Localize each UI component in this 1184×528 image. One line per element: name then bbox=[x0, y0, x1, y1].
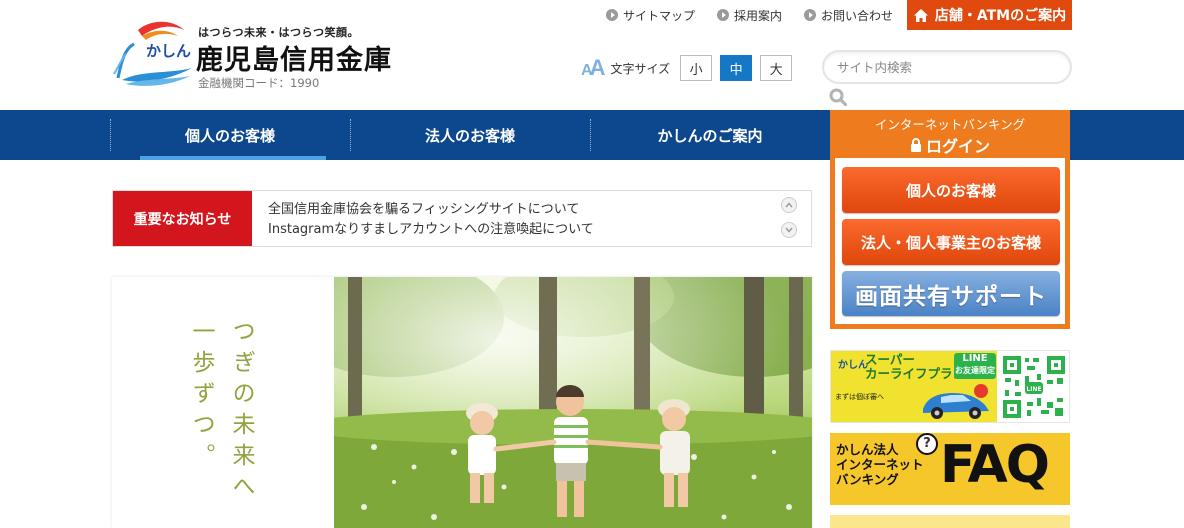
car-icon bbox=[923, 384, 989, 419]
hero-line-2: 一歩ずつ。 bbox=[188, 319, 214, 474]
internet-banking-login-panel: インターネットバンキング ログイン 個人のお客様 法人・個人事業主のお客様 画面… bbox=[830, 110, 1070, 329]
line-badge-2: お友達限定 bbox=[955, 366, 995, 375]
question-mark-icon: ? bbox=[916, 433, 938, 455]
corporate-ib-faq-banner[interactable]: かしん法人 インターネット バンキング ? FAQ bbox=[830, 433, 1070, 505]
search-icon[interactable] bbox=[829, 88, 847, 106]
institution-code: 金融機関コード：1990 bbox=[198, 76, 320, 90]
login-corporate-button[interactable]: 法人・個人事業主のお客様 bbox=[842, 219, 1060, 265]
login-personal-button[interactable]: 個人のお客様 bbox=[842, 167, 1060, 213]
site-search-input[interactable] bbox=[822, 50, 1072, 84]
faq-banner-text: かしん法人 インターネット バンキング bbox=[836, 442, 924, 487]
hero-copy: つぎの未来へ 一歩ずつ。 bbox=[112, 277, 334, 528]
font-size-label: 文字サイズ bbox=[610, 61, 671, 76]
screen-share-support-button[interactable]: 画面共有サポート bbox=[842, 271, 1060, 316]
lock-icon bbox=[910, 138, 921, 152]
car-life-plan-banner[interactable]: かしん スーパー カーライフプラン LINE お友達限定 まずは個ぼ審へ LIN… bbox=[830, 350, 1070, 423]
nav-corporate[interactable]: 法人のお客様 bbox=[350, 110, 590, 160]
circle-arrow-icon bbox=[717, 9, 730, 21]
store-atm-button[interactable]: 店舗・ATMのご案内 bbox=[907, 0, 1072, 30]
util-link-label: お問い合わせ bbox=[821, 8, 894, 23]
news-item[interactable]: Instagramなりすましアカウントへの注意喚起について bbox=[268, 220, 594, 240]
banner-kashin-text: かしん bbox=[838, 360, 868, 371]
nav-label: 法人のお客様 bbox=[424, 126, 515, 145]
login-subtitle: インターネットバンキング bbox=[874, 117, 1026, 132]
font-size-small-button[interactable]: 小 bbox=[680, 55, 713, 81]
faq-line1: かしん法人 bbox=[836, 442, 899, 457]
util-link-recruit[interactable]: 採用案内 bbox=[717, 6, 782, 24]
banner-title: スーパー カーライフプラン bbox=[865, 353, 965, 381]
line-badge: LINE お友達限定 bbox=[954, 353, 996, 379]
font-size-medium-button[interactable]: 中 bbox=[720, 55, 753, 81]
children-in-park-photo bbox=[334, 277, 812, 528]
chevron-down-icon bbox=[785, 227, 793, 233]
chevron-up-icon bbox=[785, 202, 793, 208]
faq-big-text: FAQ bbox=[940, 435, 1050, 495]
hero-line-1: つぎの未来へ bbox=[228, 319, 254, 505]
logo-kashin-text: かしん bbox=[146, 42, 192, 60]
banner-title-line2: カーライフプラン bbox=[865, 366, 966, 381]
hero-banner[interactable]: つぎの未来へ 一歩ずつ。 bbox=[112, 277, 812, 528]
banner-title-line1: スーパー bbox=[865, 352, 915, 367]
important-notice-label: 重要なお知らせ bbox=[113, 191, 252, 246]
news-scroll-down-button[interactable] bbox=[781, 222, 797, 238]
line-badge-1: LINE bbox=[962, 353, 988, 364]
faq-line3: バンキング bbox=[836, 472, 899, 487]
logo-name: 鹿児島信用金庫 bbox=[196, 45, 392, 76]
util-link-contact[interactable]: お問い合わせ bbox=[804, 6, 893, 24]
circle-arrow-icon bbox=[804, 9, 817, 21]
nav-label: かしんのご案内 bbox=[657, 126, 763, 145]
font-size-large-button[interactable]: 大 bbox=[760, 55, 793, 81]
login-title: ログイン bbox=[925, 137, 990, 156]
store-atm-label: 店舗・ATMのご案内 bbox=[934, 8, 1067, 24]
faq-line2: インターネット bbox=[836, 457, 924, 472]
util-link-label: サイトマップ bbox=[623, 8, 696, 23]
utility-nav: サイトマップ 採用案内 お問い合わせ bbox=[606, 6, 893, 24]
banner-note: まずは個ぼ審へ bbox=[835, 393, 884, 401]
news-scroll-up-button[interactable] bbox=[781, 197, 797, 213]
news-item[interactable]: 全国信用金庫協会を騙るフィッシングサイトについて bbox=[268, 200, 594, 220]
font-size-icon: AA bbox=[581, 55, 605, 80]
nav-about[interactable]: かしんのご案内 bbox=[590, 110, 830, 160]
qr-line-text: LINE bbox=[1026, 386, 1041, 393]
circle-arrow-icon bbox=[606, 9, 618, 21]
site-logo[interactable]: かしん はつらつ未来・はつらつ笑顔。 鹿児島信用金庫 金融機関コード：1990 bbox=[112, 18, 402, 98]
important-notice: 重要なお知らせ 全国信用金庫協会を騙るフィッシングサイトについて Instagr… bbox=[112, 190, 812, 247]
smartphone-banner[interactable] bbox=[830, 515, 1070, 528]
line-qr-code-icon: LINE bbox=[1001, 354, 1067, 420]
nav-personal[interactable]: 個人のお客様 bbox=[110, 110, 350, 160]
util-link-label: 採用案内 bbox=[734, 8, 783, 23]
nav-label: 個人のお客様 bbox=[184, 126, 275, 145]
home-icon bbox=[913, 8, 928, 22]
util-link-sitemap[interactable]: サイトマップ bbox=[606, 6, 695, 24]
font-size-switcher: AA 文字サイズ 小 中 大 bbox=[581, 55, 793, 81]
